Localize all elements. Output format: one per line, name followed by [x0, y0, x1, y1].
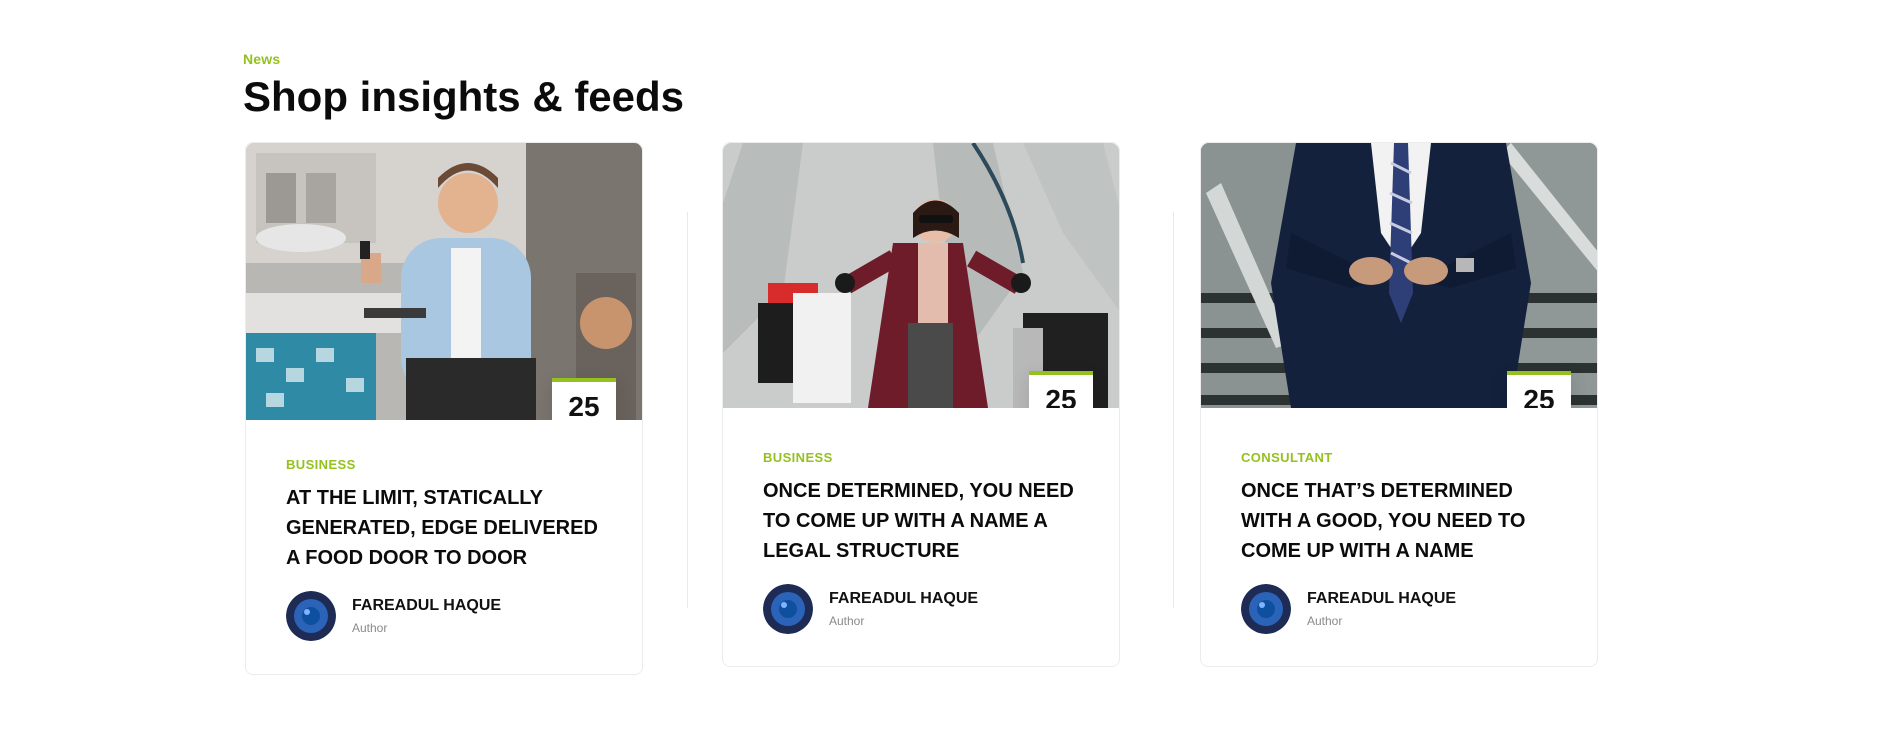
section-eyebrow: News — [243, 51, 281, 67]
card-image-woman-with-bags[interactable]: 25 06 — [723, 143, 1119, 408]
card-title[interactable]: ONCE THAT’S DETERMINED WITH A GOOD, YOU … — [1241, 476, 1557, 566]
author-name[interactable]: FAREADUL HAQUE — [1307, 589, 1456, 609]
author-role: Author — [352, 621, 388, 635]
author-avatar — [763, 584, 813, 634]
author-name[interactable]: FAREADUL HAQUE — [829, 589, 978, 609]
card-image-man-in-suit[interactable]: 25 06 — [1201, 143, 1597, 408]
news-card[interactable]: 25 06 BUSINESS AT THE LIMIT, STATICALLY … — [245, 142, 643, 675]
author-block: FAREADUL HAQUE Author — [286, 591, 602, 641]
date-badge: 25 06 — [1507, 371, 1571, 408]
photo-illustration — [1201, 143, 1597, 408]
section-title: Shop insights & feeds — [243, 73, 685, 120]
author-name[interactable]: FAREADUL HAQUE — [352, 596, 501, 616]
author-role: Author — [1307, 614, 1343, 628]
author-block: FAREADUL HAQUE Author — [763, 584, 1079, 634]
card-title[interactable]: ONCE DETERMINED, YOU NEED TO COME UP WIT… — [763, 476, 1079, 566]
card-divider — [1173, 212, 1174, 608]
date-badge: 25 06 — [1029, 371, 1093, 408]
card-image-man-with-phone[interactable]: 25 06 — [246, 143, 642, 420]
card-title[interactable]: AT THE LIMIT, STATICALLY GENERATED, EDGE… — [286, 483, 602, 573]
date-day: 25 — [1523, 384, 1555, 409]
card-category[interactable]: CONSULTANT — [1241, 450, 1557, 466]
date-day: 25 — [568, 391, 600, 421]
news-card[interactable]: 25 06 CONSULTANT ONCE THAT’S DETERMINED … — [1200, 142, 1598, 667]
news-card[interactable]: 25 06 BUSINESS ONCE DETERMINED, YOU NEED… — [722, 142, 1120, 667]
author-avatar — [286, 591, 336, 641]
author-role: Author — [829, 614, 865, 628]
date-badge: 25 06 — [552, 378, 616, 420]
news-section: News Shop insights & feeds — [243, 50, 1643, 122]
author-block: FAREADUL HAQUE Author — [1241, 584, 1557, 634]
card-divider — [687, 212, 688, 608]
date-day: 25 — [1045, 384, 1077, 409]
photo-illustration — [723, 143, 1119, 408]
author-avatar — [1241, 584, 1291, 634]
card-category[interactable]: BUSINESS — [763, 450, 1079, 466]
card-category[interactable]: BUSINESS — [286, 457, 602, 473]
